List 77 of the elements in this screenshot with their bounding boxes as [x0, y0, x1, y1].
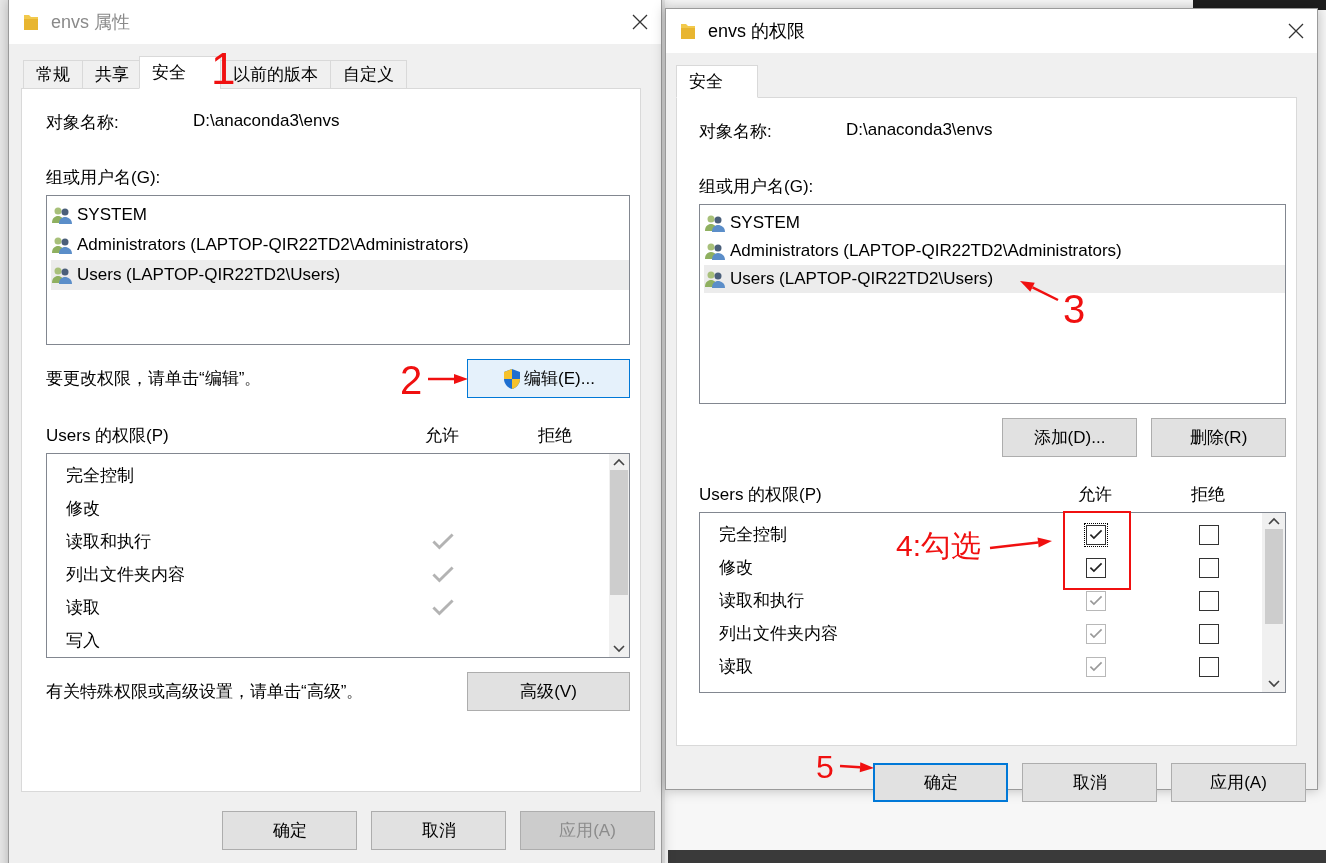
section-label: 组或用户名(G): — [46, 167, 162, 189]
close-icon[interactable] — [1287, 22, 1305, 40]
annotation-label: 2 — [400, 360, 423, 400]
tab[interactable]: 自定义 — [330, 60, 407, 89]
scroll-down-icon[interactable] — [1267, 680, 1280, 688]
tab[interactable]: 安全 — [676, 65, 758, 98]
section-label: Users 的权限(P) — [46, 425, 170, 447]
dialog-button[interactable]: 确定 — [222, 811, 357, 850]
users-icon — [51, 206, 73, 224]
section-label: 组或用户名(G): — [699, 176, 815, 198]
users-icon — [51, 236, 73, 254]
dialog-button[interactable]: 取消 — [371, 811, 506, 850]
user-list-item[interactable]: SYSTEM — [704, 209, 1285, 237]
checkmark-icon — [1089, 561, 1103, 574]
permission-name: 读取和执行 — [719, 590, 804, 612]
checkmark-icon — [1089, 627, 1103, 640]
column-header: 拒绝 — [538, 425, 572, 447]
users-icon — [704, 270, 726, 288]
hint-text: 有关特殊权限或高级设置，请单击“高级”。 — [46, 681, 364, 703]
folder-icon — [23, 12, 39, 32]
checkmark-icon — [1089, 528, 1103, 541]
checkmark-icon — [1089, 660, 1103, 673]
dialog-button[interactable]: 应用(A) — [1171, 763, 1306, 802]
checkmark-icon — [1089, 594, 1103, 607]
allow-checkbox[interactable] — [1086, 557, 1106, 578]
permission-name: 完全控制 — [719, 524, 787, 546]
tab[interactable]: 常规 — [23, 60, 83, 89]
window-title: envs 的权限 — [708, 20, 807, 43]
users-icon — [704, 214, 726, 232]
user-list-item[interactable]: Administrators (LAPTOP-QIR22TD2\Administrators) — [51, 230, 629, 260]
hint-text: 要更改权限，请单击“编辑”。 — [46, 368, 262, 390]
user-list-item[interactable]: Users (LAPTOP-QIR22TD2\Users) — [51, 260, 629, 290]
users-icon — [704, 242, 726, 260]
dialog-button[interactable]: 确定 — [873, 763, 1008, 802]
annotation-label: 4:勾选 — [896, 531, 982, 561]
allow-checkbox[interactable] — [1086, 524, 1106, 545]
permission-name: 列出文件夹内容 — [66, 564, 185, 586]
annotation-label: 5 — [816, 751, 834, 783]
column-header: 允许 — [1078, 484, 1112, 506]
window-title: envs 属性 — [51, 11, 132, 34]
deny-checkbox[interactable] — [1199, 590, 1219, 611]
object-path: D:\anaconda3\envs — [846, 120, 993, 141]
user-list-item[interactable]: Administrators (LAPTOP-QIR22TD2\Administrators) — [704, 237, 1285, 265]
user-list-item[interactable]: Users (LAPTOP-QIR22TD2\Users) — [704, 265, 1285, 293]
column-header: 允许 — [425, 425, 459, 447]
deny-checkbox[interactable] — [1199, 623, 1219, 644]
shield-icon — [502, 367, 523, 390]
object-path: D:\anaconda3\envs — [193, 111, 340, 132]
permission-name: 修改 — [719, 557, 753, 579]
permission-name: 读取 — [66, 597, 100, 619]
deny-checkbox[interactable] — [1199, 656, 1219, 677]
permission-name: 完全控制 — [66, 465, 134, 487]
permission-name: 读取 — [719, 656, 753, 678]
scroll-down-icon[interactable] — [613, 645, 625, 653]
scroll-up-icon[interactable] — [613, 458, 625, 466]
field-label: 对象名称: — [699, 121, 773, 143]
permission-name: 读取和执行 — [66, 531, 151, 553]
section-label: Users 的权限(P) — [699, 484, 823, 506]
column-header: 拒绝 — [1191, 484, 1225, 506]
deny-checkbox[interactable] — [1199, 557, 1219, 578]
permission-name: 列出文件夹内容 — [719, 623, 838, 645]
user-list-item[interactable]: SYSTEM — [51, 200, 629, 230]
group-button[interactable]: 添加(D)... — [1002, 418, 1137, 457]
permission-name: 修改 — [66, 498, 100, 520]
scrollbar[interactable] — [609, 454, 629, 657]
folder-icon — [680, 21, 696, 41]
permission-name: 写入 — [66, 630, 100, 652]
close-icon[interactable] — [631, 13, 649, 31]
advanced-button[interactable]: 高级(V) — [467, 672, 630, 711]
scroll-up-icon[interactable] — [1267, 517, 1280, 525]
users-icon — [51, 266, 73, 284]
group-button[interactable]: 删除(R) — [1151, 418, 1286, 457]
deny-checkbox[interactable] — [1199, 524, 1219, 545]
scrollbar[interactable] — [1262, 513, 1285, 692]
edit-button[interactable]: 编辑(E)... — [467, 359, 630, 398]
field-label: 对象名称: — [46, 112, 120, 134]
dialog-button[interactable]: 取消 — [1022, 763, 1157, 802]
